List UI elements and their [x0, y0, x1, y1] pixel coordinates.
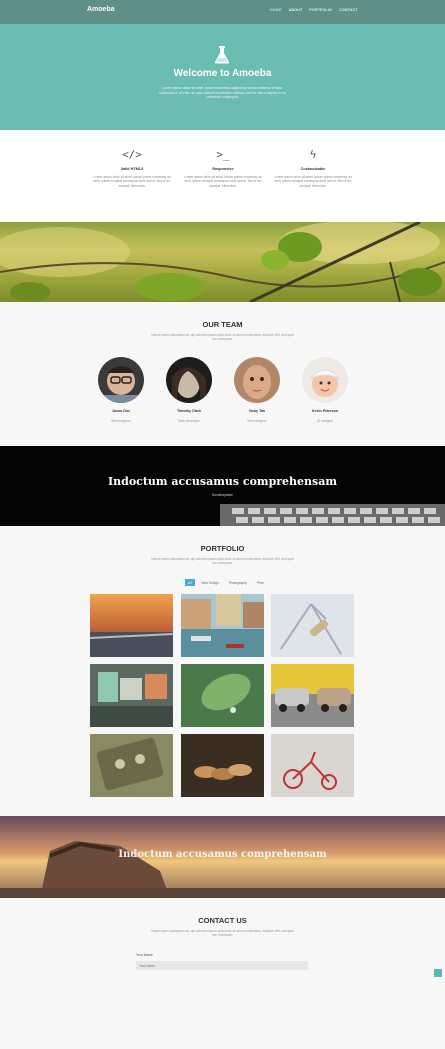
- banner-title: Indoctum accusamus comprehensam: [118, 849, 327, 860]
- hero-title: Welcome to Amoeba: [173, 68, 272, 79]
- nav-item-about[interactable]: ABOUT: [289, 8, 303, 12]
- portfolio-item[interactable]: [271, 734, 354, 797]
- feature-title: Customizable: [300, 167, 326, 171]
- leaves-parallax-image: [0, 222, 445, 302]
- code-icon: </>: [122, 148, 142, 161]
- nav-item-contact[interactable]: CONTACT: [339, 8, 358, 12]
- nav-item-home[interactable]: HOME: [270, 8, 282, 12]
- nav-menu: HOME ABOUT PORTFOLIO CONTACT: [270, 8, 358, 12]
- scroll-top-button[interactable]: [434, 969, 442, 977]
- flask-icon: [214, 46, 230, 64]
- portfolio-title: PORTFOLIO: [200, 544, 245, 553]
- contact-subtitle: Neque porro quisquam est, qui dolorem ip…: [151, 929, 294, 938]
- filter-web-design[interactable]: Web Design: [199, 579, 222, 586]
- portfolio-item[interactable]: [90, 734, 173, 797]
- avatar: [166, 357, 212, 403]
- portfolio-filters: All Web Design Photography Print: [185, 579, 267, 586]
- team-member-card: Jason Doe Web engineer: [91, 357, 151, 423]
- team-member-card: Kevin Peterson UI designer: [295, 357, 355, 423]
- member-role: Web engineer: [111, 419, 131, 423]
- portfolio-item[interactable]: [90, 594, 173, 657]
- portfolio-item[interactable]: [181, 664, 264, 727]
- filter-all[interactable]: All: [185, 579, 195, 586]
- portfolio-item[interactable]: [181, 594, 264, 657]
- member-role: UI designer: [316, 419, 334, 423]
- team-member-card: Vicky Tan Web designer: [227, 357, 287, 423]
- name-label: Your Name: [136, 953, 153, 957]
- bolt-icon: ϟ: [309, 148, 317, 161]
- feature-title: Responsive: [212, 167, 234, 171]
- nav-item-portfolio[interactable]: PORTFOLIO: [309, 8, 332, 12]
- brand-logo[interactable]: Amoeba: [87, 6, 115, 13]
- name-input[interactable]: [136, 961, 308, 970]
- team-title: OUR TEAM: [202, 320, 243, 329]
- quote-author: Bootstraptaste: [212, 493, 233, 497]
- team-member-card: Timothy Clark Web developer: [159, 357, 219, 423]
- quote-title: Indoctum accusamus comprehensam: [107, 475, 338, 488]
- feature-text: Lorem ipsum dolor sit amet, ipsum primis…: [274, 175, 352, 188]
- terminal-icon: >_: [216, 148, 230, 161]
- feature-html5: </> Valid HTML5 Lorem ipsum dolor sit am…: [92, 148, 172, 188]
- member-name: Vicky Tan: [248, 409, 266, 413]
- avatar: [302, 357, 348, 403]
- portfolio-item[interactable]: [271, 664, 354, 727]
- hero-text: Lorem ipsum dolor sit amet, ipsum nonumm…: [159, 86, 286, 100]
- portfolio-item[interactable]: [271, 594, 354, 657]
- feature-title: Valid HTML5: [120, 167, 144, 171]
- member-role: Web designer: [247, 419, 267, 423]
- filter-photography[interactable]: Photography: [226, 579, 250, 586]
- member-name: Kevin Peterson: [311, 409, 339, 413]
- portfolio-item[interactable]: [90, 664, 173, 727]
- feature-customizable: ϟ Customizable Lorem ipsum dolor sit ame…: [273, 148, 353, 188]
- feature-text: Lorem ipsum dolor sit amet, ipsum primis…: [93, 175, 171, 188]
- contact-title: CONTACT US: [198, 916, 247, 925]
- member-role: Web developer: [178, 419, 200, 423]
- portfolio-item[interactable]: [181, 734, 264, 797]
- feature-text: Lorem ipsum dolor sit amet, ipsum primis…: [184, 175, 262, 188]
- member-name: Jason Doe: [111, 409, 131, 413]
- avatar: [234, 357, 280, 403]
- portfolio-subtitle: Neque porro quisquam est, qui dolorem ip…: [151, 557, 294, 566]
- feature-responsive: >_ Responsive Lorem ipsum dolor sit amet…: [183, 148, 263, 188]
- avatar: [98, 357, 144, 403]
- filter-print[interactable]: Print: [254, 579, 267, 586]
- member-name: Timothy Clark: [177, 409, 201, 413]
- team-subtitle: Neque porro quisquam est, qui dolorem ip…: [151, 333, 294, 342]
- top-navbar: Amoeba HOME ABOUT PORTFOLIO CONTACT: [0, 0, 445, 24]
